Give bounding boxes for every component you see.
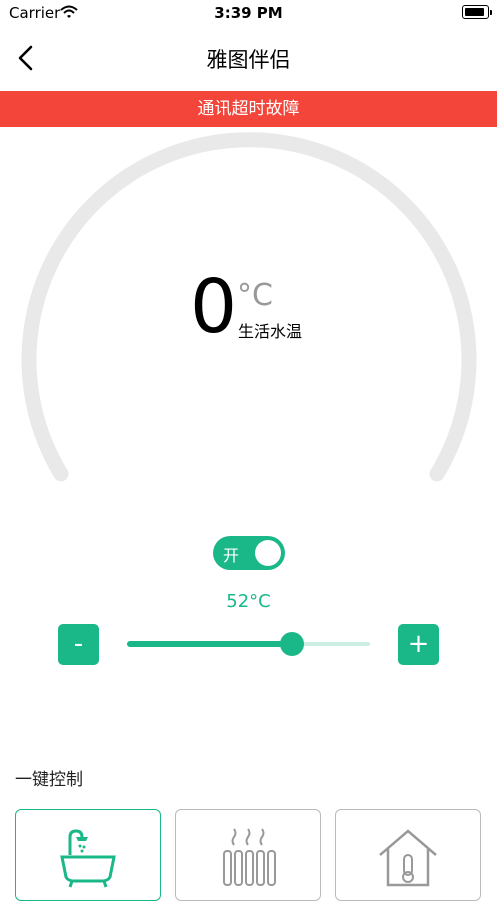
alert-banner: 通讯超时故障 <box>0 91 497 127</box>
radiator-icon <box>223 828 276 886</box>
slider-thumb[interactable] <box>280 632 305 656</box>
current-temperature-value: 0 <box>190 264 238 350</box>
page-title: 雅图伴侣 <box>206 48 291 72</box>
toggle-label: 开 <box>223 546 240 565</box>
power-toggle[interactable]: 开 <box>213 536 285 570</box>
set-temperature: 52°C <box>226 591 271 612</box>
mode-card-bath[interactable] <box>15 809 161 901</box>
toggle-knob <box>255 540 281 566</box>
slider-fill <box>127 641 293 647</box>
navigation-bar: 雅图伴侣 <box>0 30 497 86</box>
increase-button[interactable]: + <box>398 624 439 665</box>
temperature-unit: °C <box>237 278 273 313</box>
quick-control-title: 一键控制 <box>15 770 83 790</box>
temperature-slider[interactable] <box>127 632 370 656</box>
status-bar: Carrier 3:39 PM <box>0 0 497 26</box>
bathtub-shower-icon <box>60 829 116 888</box>
decrease-button[interactable]: - <box>58 624 99 665</box>
mode-card-house[interactable] <box>335 809 481 901</box>
mode-card-heating[interactable] <box>175 809 321 901</box>
battery-icon <box>462 5 492 19</box>
clock: 3:39 PM <box>214 4 283 22</box>
temperature-label: 生活水温 <box>238 322 303 341</box>
house-thermometer-icon <box>379 829 437 887</box>
